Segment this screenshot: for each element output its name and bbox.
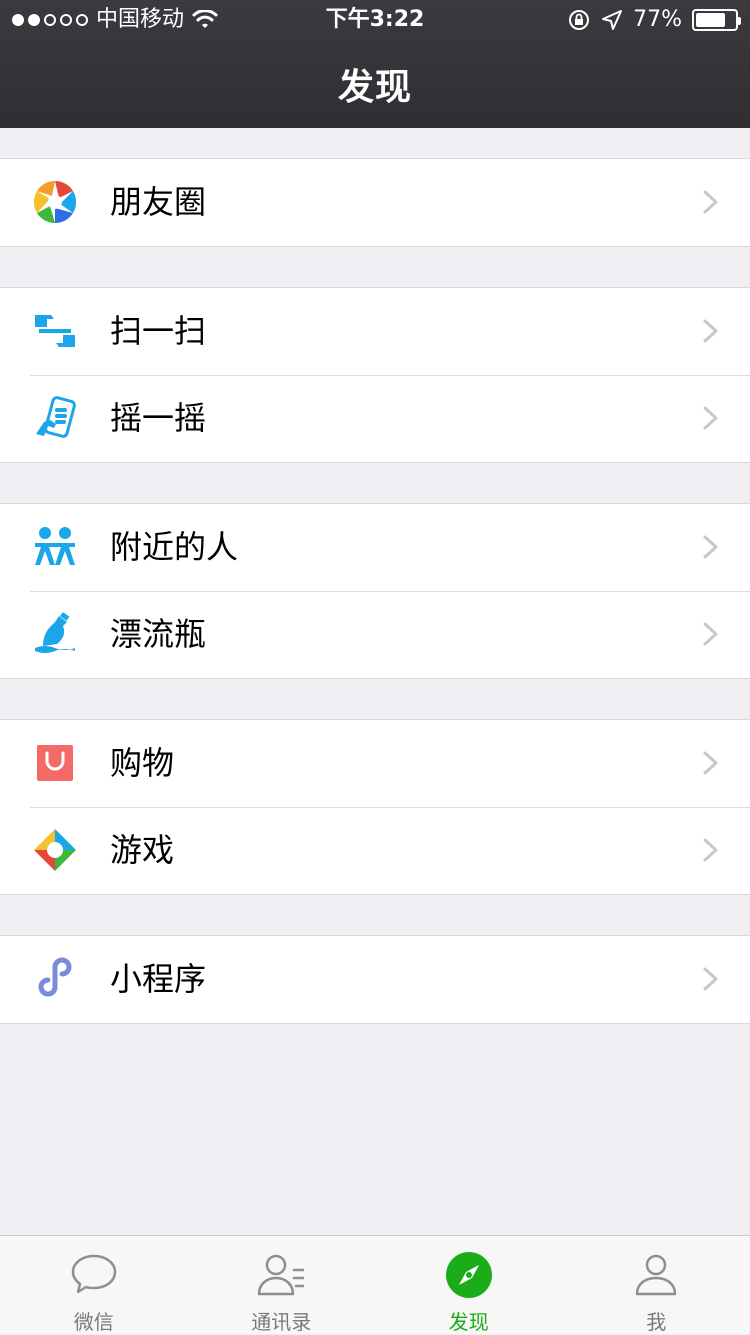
group-scan-shake: 扫一扫 摇一摇 [0, 287, 750, 463]
chevron-right-icon [702, 621, 720, 647]
location-arrow-icon [601, 9, 623, 31]
list-item-label: 扫一扫 [110, 288, 206, 375]
chevron-right-icon [702, 750, 720, 776]
mini-program-icon [33, 957, 77, 1001]
tab-me[interactable]: 我 [563, 1236, 750, 1334]
list-item-games[interactable]: 游戏 [0, 807, 750, 894]
page-title: 发现 [0, 58, 750, 110]
tab-label: 我 [563, 1306, 750, 1335]
group-shopping-games: 购物 游戏 [0, 719, 750, 895]
profile-icon [631, 1250, 681, 1300]
chevron-right-icon [702, 189, 720, 215]
list-item-shopping[interactable]: 购物 [0, 720, 750, 807]
list-item-label: 漂流瓶 [110, 591, 206, 678]
list-item-label: 附近的人 [110, 504, 238, 591]
chevron-right-icon [702, 837, 720, 863]
battery-percent: 77% [633, 0, 682, 40]
tab-contacts[interactable]: 通讯录 [188, 1236, 376, 1334]
chevron-right-icon [702, 534, 720, 560]
drift-bottle-icon [33, 612, 77, 656]
tab-chats[interactable]: 微信 [0, 1236, 188, 1334]
orientation-lock-icon [567, 8, 591, 32]
chat-bubble-icon [69, 1250, 119, 1300]
list-item-label: 游戏 [110, 807, 174, 894]
battery-icon [692, 9, 738, 31]
list-item-shake[interactable]: 摇一摇 [0, 375, 750, 462]
list-item-label: 小程序 [110, 936, 206, 1023]
list-item-moments[interactable]: 朋友圈 [0, 159, 750, 246]
shopping-bag-icon [33, 741, 77, 785]
chevron-right-icon [702, 405, 720, 431]
list-item-people-nearby[interactable]: 附近的人 [0, 504, 750, 591]
group-nearby-bottle: 附近的人 漂流瓶 [0, 503, 750, 679]
tab-label: 通讯录 [188, 1306, 376, 1335]
discover-list: 朋友圈 扫一扫 [0, 128, 750, 1024]
games-icon [33, 828, 77, 872]
tab-label: 发现 [375, 1306, 563, 1335]
group-moments: 朋友圈 [0, 158, 750, 247]
status-bar: 中国移动 下午3:22 77% [0, 0, 750, 40]
tab-bar: 微信 通讯录 发现 我 [0, 1235, 750, 1334]
tab-discover[interactable]: 发现 [375, 1236, 563, 1334]
people-nearby-icon [33, 525, 77, 569]
battery-level [696, 13, 725, 27]
contacts-icon [256, 1250, 306, 1300]
chevron-right-icon [702, 966, 720, 992]
list-item-label: 购物 [110, 720, 174, 807]
scan-icon [33, 309, 77, 353]
tab-label: 微信 [0, 1306, 188, 1335]
chevron-right-icon [702, 318, 720, 344]
compass-icon [444, 1250, 494, 1300]
list-item-mini-program[interactable]: 小程序 [0, 936, 750, 1023]
moments-aperture-icon [33, 180, 77, 224]
shake-phone-icon [33, 396, 77, 440]
list-item-scan[interactable]: 扫一扫 [0, 288, 750, 375]
list-item-label: 朋友圈 [110, 159, 206, 246]
group-mini-program: 小程序 [0, 935, 750, 1024]
list-item-drift-bottle[interactable]: 漂流瓶 [0, 591, 750, 678]
list-item-label: 摇一摇 [110, 375, 206, 462]
top-bar: 中国移动 下午3:22 77% 发现 [0, 0, 750, 128]
